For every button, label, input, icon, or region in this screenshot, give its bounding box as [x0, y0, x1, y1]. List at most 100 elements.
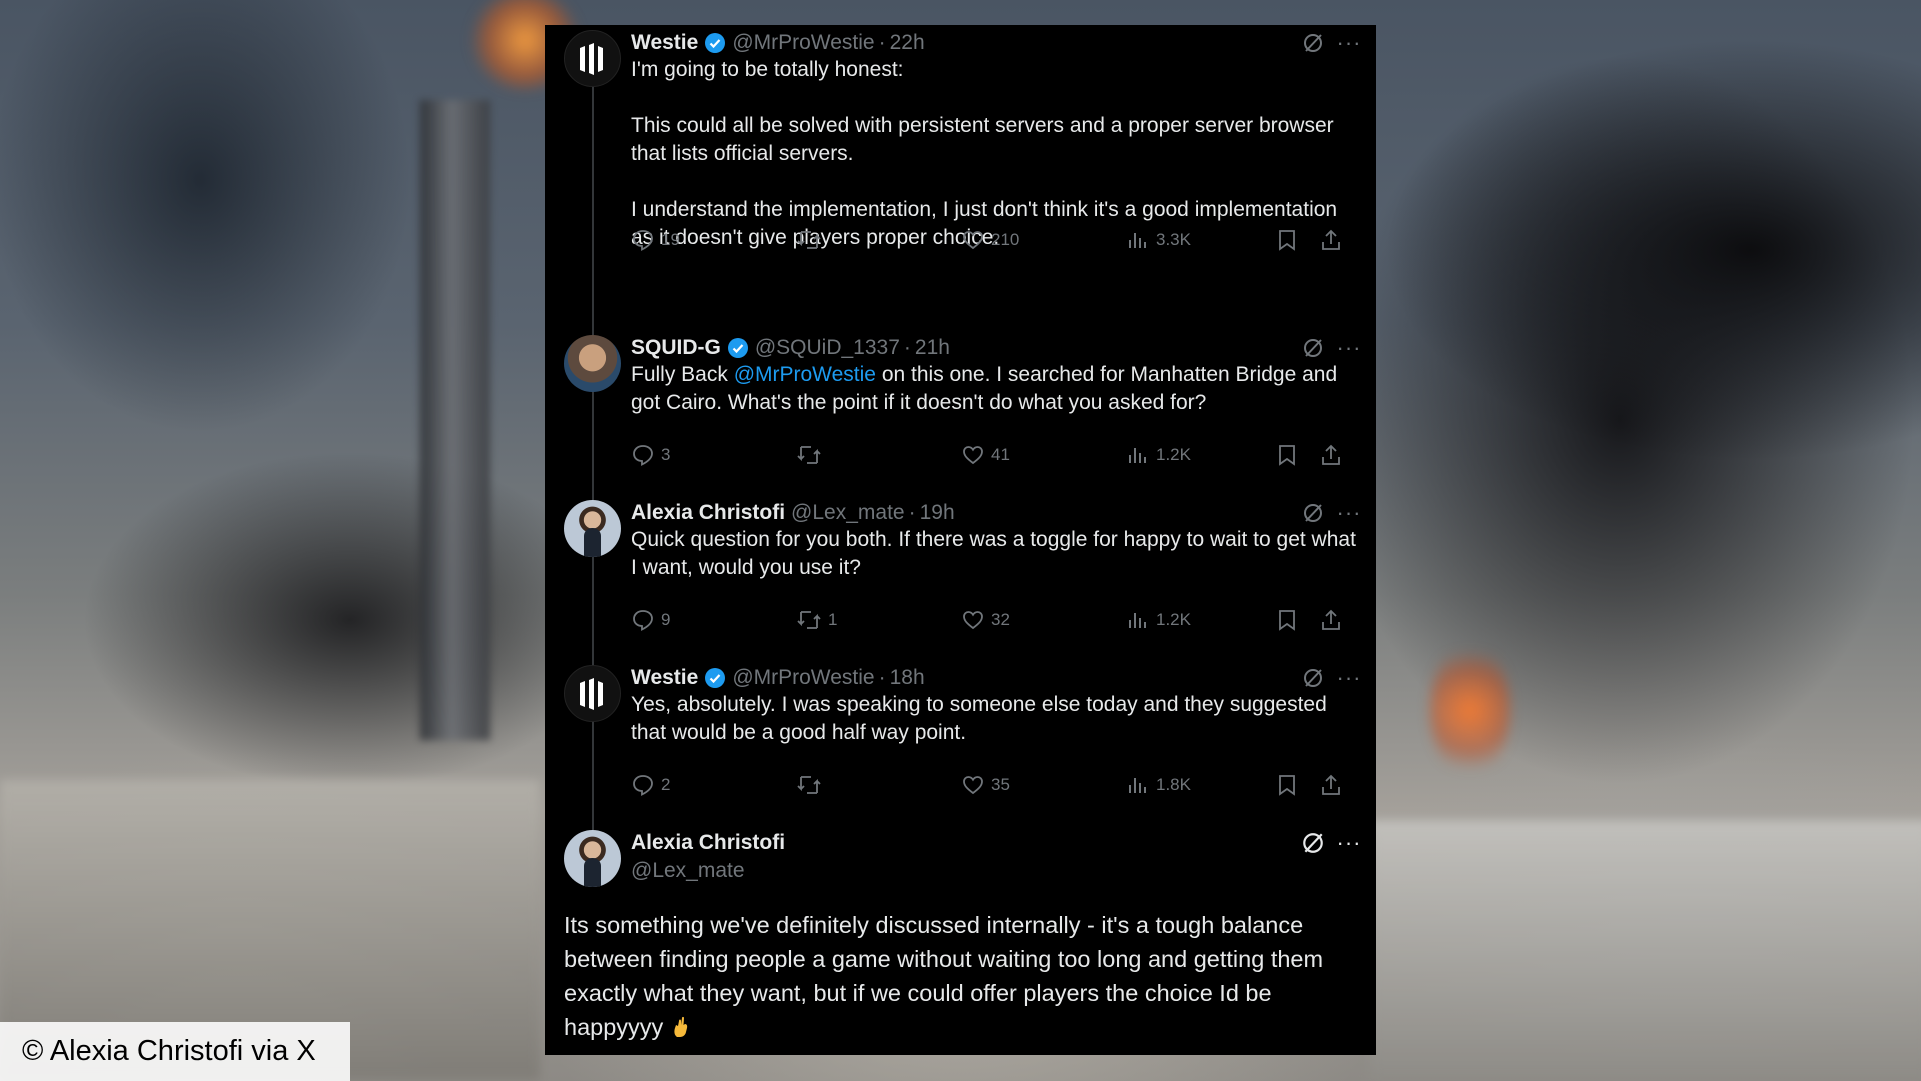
- tweet-header: Westie @MrProWestie · 18h: [631, 666, 925, 690]
- like-button[interactable]: 41: [961, 440, 1010, 470]
- grok-icon[interactable]: [1300, 665, 1326, 691]
- bookmark-icon: [1279, 230, 1295, 251]
- reply-button[interactable]: 2: [631, 770, 670, 800]
- user-handle[interactable]: @MrProWestie: [732, 666, 874, 690]
- more-options-icon[interactable]: ···: [1335, 30, 1363, 56]
- bookmark-button[interactable]: [1276, 440, 1298, 470]
- repost-button[interactable]: [796, 225, 828, 255]
- timestamp[interactable]: 22h: [890, 31, 925, 55]
- repost-button[interactable]: [796, 440, 828, 470]
- mention-link[interactable]: @MrProWestie: [734, 363, 876, 386]
- display-name[interactable]: Westie: [631, 666, 698, 690]
- repost-button[interactable]: [796, 770, 828, 800]
- westie-logo-icon: [579, 42, 603, 75]
- user-handle[interactable]: @Lex_mate: [631, 859, 745, 883]
- reply-button[interactable]: 19: [631, 225, 680, 255]
- more-options-icon[interactable]: ···: [1335, 830, 1363, 856]
- bookmark-icon: [1279, 775, 1295, 796]
- grok-icon[interactable]: [1300, 30, 1326, 56]
- share-button[interactable]: [1319, 225, 1343, 255]
- analytics-icon: [1129, 233, 1146, 248]
- tweet-actions: 19 210 3.3K: [631, 225, 1351, 255]
- avatar[interactable]: [564, 830, 621, 887]
- timestamp[interactable]: 19h: [920, 501, 955, 525]
- avatar[interactable]: [564, 335, 621, 392]
- repost-button[interactable]: 1: [796, 605, 837, 635]
- grok-icon[interactable]: [1300, 500, 1326, 526]
- more-options-icon[interactable]: ···: [1335, 500, 1363, 526]
- avatar[interactable]: [564, 665, 621, 722]
- verified-badge-icon: [727, 337, 749, 359]
- westie-logo-icon: [579, 677, 603, 710]
- reply-button[interactable]: 9: [631, 605, 670, 635]
- display-name[interactable]: Alexia Christofi: [631, 831, 785, 855]
- repost-icon: [797, 776, 821, 794]
- bookmark-button[interactable]: [1276, 605, 1298, 635]
- tweet-header-handle: @Lex_mate: [631, 858, 745, 884]
- heart-icon: [963, 446, 983, 465]
- tweet-actions: 3 41 1.2K: [631, 440, 1351, 470]
- heart-icon: [963, 776, 983, 795]
- tweet-text: Fully Back @MrProWestie on this one. I s…: [631, 363, 1338, 414]
- analytics-icon: [1129, 613, 1146, 628]
- reply-icon: [633, 445, 653, 466]
- crossed-fingers-emoji-icon: [674, 1016, 687, 1037]
- share-icon: [1322, 229, 1340, 250]
- display-name[interactable]: SQUID-G: [631, 336, 721, 360]
- share-icon: [1322, 774, 1340, 795]
- reply-icon: [633, 610, 653, 631]
- tweet-header: SQUID-G @SQUiD_1337 · 21h: [631, 336, 950, 360]
- user-handle[interactable]: @MrProWestie: [732, 31, 874, 55]
- tweet-actions: 9 1 32 1.2K: [631, 605, 1351, 635]
- heart-icon: [963, 611, 983, 630]
- tweet-header: Westie @MrProWestie · 22h: [631, 31, 925, 55]
- views-button[interactable]: 1.8K: [1126, 770, 1191, 800]
- tweet-actions: 2 35 1.8K: [631, 770, 1351, 800]
- views-button[interactable]: 1.2K: [1126, 605, 1191, 635]
- repost-icon: [797, 446, 821, 464]
- analytics-icon: [1129, 448, 1146, 463]
- bookmark-icon: [1279, 610, 1295, 631]
- tweet-thread-panel: Westie @MrProWestie · 22h ··· I'm going …: [545, 25, 1376, 1055]
- bookmark-button[interactable]: [1276, 770, 1298, 800]
- bookmark-button[interactable]: [1276, 225, 1298, 255]
- tweet-text: I'm going to be totally honest: This cou…: [631, 58, 1338, 249]
- share-button[interactable]: [1319, 605, 1343, 635]
- user-handle[interactable]: @SQUiD_1337: [755, 336, 900, 360]
- share-button[interactable]: [1319, 770, 1343, 800]
- user-handle[interactable]: @Lex_mate: [791, 501, 905, 525]
- tweet-text: Quick question for you both. If there wa…: [631, 528, 1356, 579]
- bookmark-icon: [1279, 445, 1295, 466]
- like-button[interactable]: 35: [961, 770, 1010, 800]
- more-options-icon[interactable]: ···: [1335, 335, 1363, 361]
- reply-icon: [633, 775, 653, 796]
- like-button[interactable]: 32: [961, 605, 1010, 635]
- share-button[interactable]: [1319, 440, 1343, 470]
- grok-icon[interactable]: [1300, 830, 1326, 856]
- main-tweet-text: Its something we've definitely discussed…: [564, 912, 1324, 1040]
- views-button[interactable]: 3.3K: [1126, 225, 1191, 255]
- display-name[interactable]: Westie: [631, 31, 698, 55]
- display-name[interactable]: Alexia Christofi: [631, 501, 785, 525]
- views-button[interactable]: 1.2K: [1126, 440, 1191, 470]
- repost-icon: [797, 231, 821, 249]
- timestamp[interactable]: 21h: [915, 336, 950, 360]
- verified-badge-icon: [704, 32, 726, 54]
- image-credit-caption: © Alexia Christofi via X: [0, 1022, 350, 1081]
- reply-icon: [633, 230, 653, 251]
- heart-icon: [963, 231, 983, 250]
- avatar[interactable]: [564, 30, 621, 87]
- tweet-text: Yes, absolutely. I was speaking to someo…: [631, 693, 1327, 744]
- verified-badge-icon: [704, 667, 726, 689]
- analytics-icon: [1129, 778, 1146, 793]
- share-icon: [1322, 444, 1340, 465]
- share-icon: [1322, 609, 1340, 630]
- like-button[interactable]: 210: [961, 225, 1019, 255]
- grok-icon[interactable]: [1300, 335, 1326, 361]
- tweet-header: Alexia Christofi: [631, 830, 785, 856]
- timestamp[interactable]: 18h: [890, 666, 925, 690]
- tweet-header: Alexia Christofi @Lex_mate · 19h: [631, 501, 955, 525]
- more-options-icon[interactable]: ···: [1335, 665, 1363, 691]
- reply-button[interactable]: 3: [631, 440, 670, 470]
- avatar[interactable]: [564, 500, 621, 557]
